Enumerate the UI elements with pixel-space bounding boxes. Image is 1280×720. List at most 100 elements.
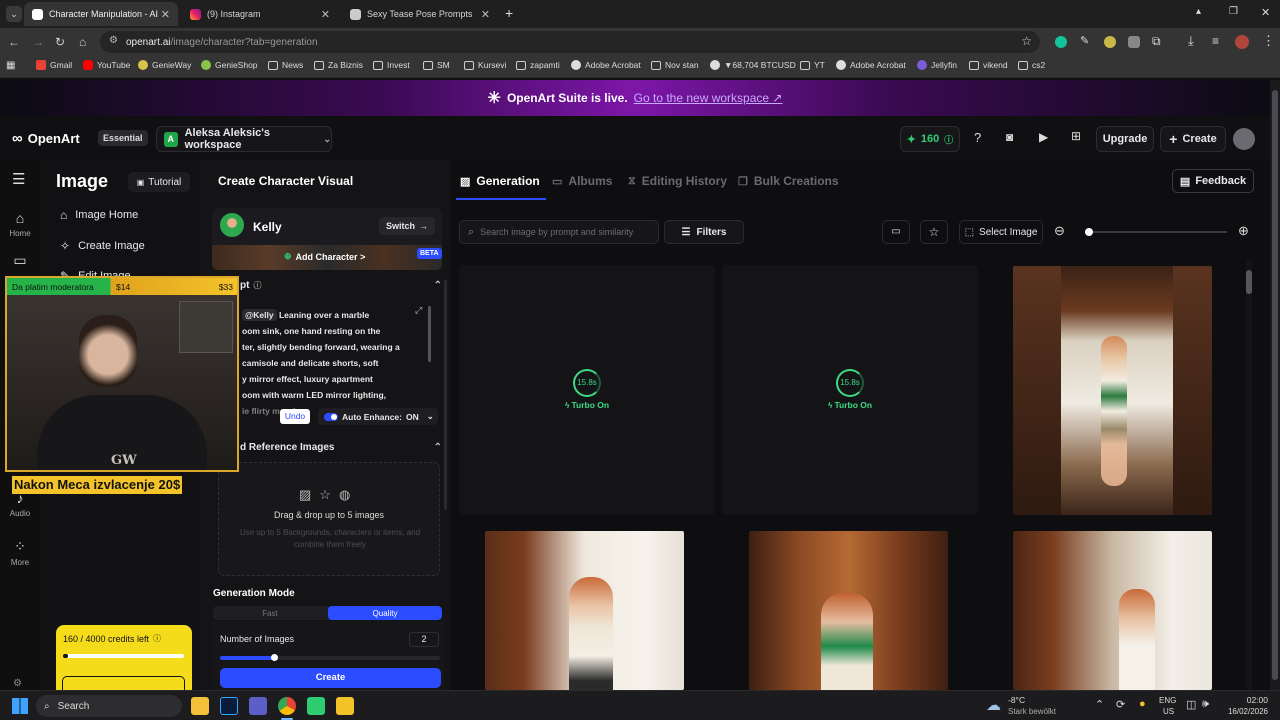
- zoom-slider[interactable]: [1085, 228, 1227, 236]
- browser-tab-instagram[interactable]: (9) Instagram ✕: [182, 2, 338, 26]
- zoom-out-icon[interactable]: ⊖: [1054, 223, 1065, 239]
- bookmark-adobe-acrobat[interactable]: Adobe Acrobat: [571, 60, 641, 70]
- character-avatar[interactable]: [220, 213, 244, 237]
- rail-audio[interactable]: ♪ Audio: [0, 490, 40, 518]
- bookmark-youtube[interactable]: YouTube: [83, 60, 130, 70]
- browser-menu-icon[interactable]: ⋮: [1262, 33, 1275, 49]
- home-icon[interactable]: ⌂: [79, 35, 86, 49]
- tray-chevron-icon[interactable]: ⌃: [1095, 698, 1104, 711]
- undo-button[interactable]: Undo: [280, 409, 310, 424]
- microphone-icon[interactable]: ●: [1139, 698, 1146, 710]
- bookmark-genieway[interactable]: GenieWay: [138, 60, 191, 70]
- workspace-switcher[interactable]: A Aleksa Aleksic's workspace ⌄: [156, 126, 332, 152]
- volume-icon[interactable]: 🕪: [1202, 698, 1209, 711]
- bookmark-nov-stan[interactable]: Nov stan: [651, 60, 699, 70]
- prompt-header[interactable]: pt ⓘ ⌃: [240, 280, 442, 291]
- bookmark-invest[interactable]: Invest: [373, 60, 410, 70]
- tab-albums[interactable]: ▭ Albums: [552, 174, 612, 188]
- number-of-images-slider[interactable]: [220, 654, 440, 661]
- mode-quality[interactable]: Quality: [328, 606, 442, 620]
- user-avatar[interactable]: [1233, 128, 1255, 150]
- close-icon[interactable]: ✕: [160, 7, 170, 21]
- bookmark-jellyfin[interactable]: Jellyfin: [917, 60, 957, 70]
- number-of-images-value[interactable]: 2: [409, 632, 439, 647]
- tray-sync-icon[interactable]: ⟳: [1116, 698, 1125, 711]
- reload-icon[interactable]: ↻: [55, 35, 65, 49]
- tab-bulk-creations[interactable]: ❐ Bulk Creations: [738, 174, 839, 188]
- reading-list-icon[interactable]: ≡: [1212, 34, 1219, 48]
- windows-start-icon[interactable]: [12, 698, 28, 714]
- reference-dropzone[interactable]: ▨ ☆ ◍ Drag & drop up to 5 images Use up …: [218, 462, 440, 576]
- bookmark-gmail[interactable]: Gmail: [36, 60, 72, 70]
- bookmark-sm[interactable]: SM: [423, 60, 450, 70]
- bookmark-zapamti[interactable]: zapamti: [516, 60, 560, 70]
- chrome-icon[interactable]: [278, 697, 296, 715]
- switch-character-button[interactable]: Switch →: [379, 217, 435, 235]
- generated-image-3[interactable]: [749, 531, 948, 690]
- bookmark-cs2[interactable]: cs2: [1018, 60, 1045, 70]
- settings-icon[interactable]: ⚙: [13, 678, 22, 689]
- rail-home[interactable]: ⌂ Home: [0, 210, 40, 238]
- back-icon[interactable]: ←: [8, 35, 20, 49]
- tutorial-button[interactable]: ▣ Tutorial: [128, 172, 190, 192]
- content-scrollbar-thumb[interactable]: [1246, 270, 1252, 294]
- forward-icon[interactable]: →: [32, 35, 44, 49]
- credits-pill[interactable]: ✦ 160 ⓘ: [900, 126, 960, 152]
- teams-icon[interactable]: [249, 697, 267, 715]
- zoom-slider-handle[interactable]: [1085, 228, 1094, 236]
- weather-icon[interactable]: ☁: [986, 696, 1001, 714]
- bookmark-genieshop[interactable]: GenieShop: [201, 60, 258, 70]
- app-green-icon[interactable]: [307, 697, 325, 715]
- bookmark-star-icon[interactable]: ☆: [1021, 34, 1032, 48]
- extensions-puzzle-icon[interactable]: ⧉: [1152, 34, 1161, 49]
- menu-image-home[interactable]: ⌂ Image Home: [60, 208, 138, 222]
- window-close-button[interactable]: ✕: [1261, 6, 1270, 19]
- zoom-in-icon[interactable]: ⊕: [1238, 223, 1249, 239]
- page-scrollbar[interactable]: [1270, 80, 1280, 690]
- prompt-scrollbar[interactable]: [428, 306, 431, 362]
- mode-fast[interactable]: Fast: [213, 609, 327, 618]
- photoshop-icon[interactable]: [220, 697, 238, 715]
- menu-create-image[interactable]: ✧ Create Image: [60, 239, 145, 253]
- restore-button[interactable]: ❐: [1229, 6, 1238, 17]
- extension-script-icon[interactable]: [1128, 36, 1140, 48]
- add-character-button[interactable]: ⊕ Add Character >: [284, 251, 365, 262]
- content-scrollbar-track[interactable]: [1246, 260, 1252, 690]
- tab-list-icon[interactable]: ⌄: [6, 6, 22, 22]
- layout-toggle-button[interactable]: ▭: [882, 220, 910, 244]
- filters-button[interactable]: ☰ Filters: [664, 220, 744, 244]
- bookmark-news[interactable]: News: [268, 60, 303, 70]
- close-icon[interactable]: ✕: [481, 8, 490, 21]
- bookmark-adobe-acrobat-2[interactable]: Adobe Acrobat: [836, 60, 906, 70]
- app-yellow-icon[interactable]: [336, 697, 354, 715]
- clock-time[interactable]: 02:00: [1228, 695, 1268, 705]
- browser-tab-openart[interactable]: Character Manipulation - AI Im ✕: [24, 2, 178, 26]
- downloads-icon[interactable]: ⤓: [1188, 33, 1194, 49]
- profile-avatar[interactable]: [1235, 35, 1249, 49]
- reference-header[interactable]: d Reference Images ⌃: [240, 442, 442, 453]
- discord-icon[interactable]: ◙: [1006, 130, 1013, 144]
- expand-icon[interactable]: ⤢: [415, 305, 422, 316]
- generated-image-1[interactable]: [1013, 266, 1212, 515]
- page-scrollbar-thumb[interactable]: [1272, 90, 1278, 680]
- help-icon[interactable]: ?: [974, 130, 981, 145]
- bookmark-btcusd[interactable]: ▼68,704 BTCUSD: [710, 60, 796, 70]
- search-field[interactable]: ⌕ Search image by prompt and similarity: [459, 220, 659, 244]
- url-field[interactable]: ⚙ openart.ai/image/character?tab=generat…: [100, 31, 1040, 53]
- close-icon[interactable]: ✕: [321, 8, 330, 21]
- openart-logo[interactable]: ∞ OpenArt: [12, 130, 80, 147]
- tab-generation[interactable]: ▨ Generation: [460, 174, 540, 188]
- taskbar-search[interactable]: ⌕ Search: [36, 695, 182, 717]
- collapse-menu-icon[interactable]: ☰: [12, 170, 25, 188]
- bookmark-yt[interactable]: YT: [800, 60, 825, 70]
- generated-image-4[interactable]: [1013, 531, 1212, 690]
- extension-grammarly-icon[interactable]: [1055, 36, 1067, 48]
- extension-coin-icon[interactable]: [1104, 36, 1116, 48]
- network-icon[interactable]: ◫: [1186, 698, 1196, 711]
- upgrade-button[interactable]: Upgrade: [1096, 126, 1154, 152]
- favorites-button[interactable]: ☆: [920, 220, 948, 244]
- create-button[interactable]: Create: [220, 668, 441, 688]
- panel-scrollbar[interactable]: [444, 280, 447, 510]
- bookmark-za-biznis[interactable]: Za Biznis: [314, 60, 363, 70]
- generated-image-2[interactable]: [485, 531, 684, 690]
